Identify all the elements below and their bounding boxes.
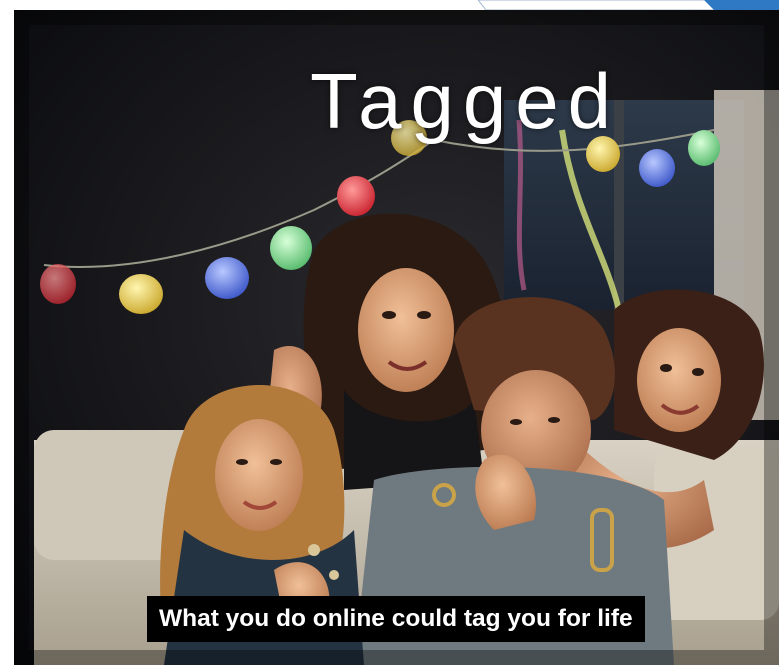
slide: Tagged What you do online could tag you … [0, 0, 779, 667]
corner-accent-shape [478, 0, 779, 10]
poster-caption: What you do online could tag you for lif… [147, 596, 645, 642]
poster-image: Tagged What you do online could tag you … [14, 10, 779, 665]
poster-title: Tagged [310, 57, 620, 145]
